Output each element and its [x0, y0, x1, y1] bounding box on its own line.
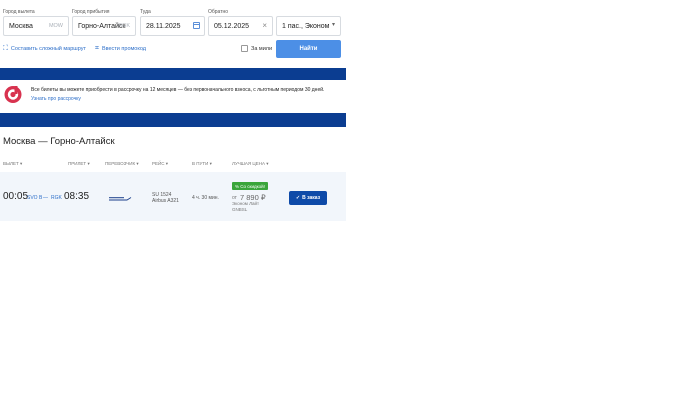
depart-date-value: 28.11.2025: [146, 22, 181, 30]
promo-label: Ввести промокод: [101, 46, 146, 52]
to-city-input[interactable]: Горно-Алтайск RGK: [72, 16, 136, 36]
add-to-order-label: В заказ: [302, 195, 321, 201]
depart-time: 00:05: [3, 191, 29, 202]
column-header-arrive[interactable]: ПРИЛЕТ ▾: [68, 161, 90, 167]
from-city-input[interactable]: Москва MOW: [3, 16, 69, 36]
flight-duration: 4 ч. 30 мин.: [192, 195, 219, 201]
aeroflot-logo-icon: [109, 197, 132, 201]
from-label: Город вылета: [3, 9, 35, 15]
column-header-flight[interactable]: РЕЙС ▾: [152, 161, 168, 167]
arrive-time: 08:35: [64, 191, 90, 202]
find-button[interactable]: Найти: [276, 40, 341, 58]
installment-logo-icon: [4, 86, 22, 103]
fare-name: Эконом Лайт: [232, 201, 260, 206]
column-header-duration[interactable]: В ПУТИ ▾: [192, 161, 212, 167]
to-city-code: RGK: [118, 23, 130, 29]
complex-route-link[interactable]: ⛶ Составить сложный маршрут: [3, 45, 86, 53]
banner-top-stripe: [0, 68, 346, 80]
column-header-price[interactable]: ЛУЧШАЯ ЦЕНА ▾: [232, 161, 269, 167]
discount-badge: % Со скидкой!: [232, 182, 268, 190]
check-icon: ✓: [295, 195, 301, 201]
miles-label: За мили: [251, 46, 273, 52]
promo-link[interactable]: ⌗ Ввести промокод: [95, 45, 146, 53]
miles-checkbox[interactable]: [241, 45, 248, 52]
to-label: Город прибытия: [72, 9, 110, 15]
fare-code: GNBSL: [232, 207, 248, 212]
return-date-input[interactable]: 05.12.2025 ×: [208, 16, 273, 36]
passengers-select[interactable]: 1 пас., Эконом ▾: [276, 16, 341, 36]
return-date-value: 05.12.2025: [214, 22, 250, 30]
route-dash: —: [43, 195, 48, 201]
installment-text: Все билеты вы можете приобрести в рассро…: [31, 87, 325, 93]
banner-bottom-stripe: [0, 113, 346, 127]
clear-icon[interactable]: ×: [262, 21, 267, 30]
arrive-airport[interactable]: RGK: [51, 195, 62, 201]
return-label: Обратно: [208, 9, 229, 15]
chevron-down-icon: ▾: [331, 22, 335, 28]
add-to-order-button[interactable]: ✓ В заказ: [289, 191, 327, 205]
complex-route-label: Составить сложный маршрут: [10, 46, 86, 52]
installment-link[interactable]: Узнать про рассрочку: [31, 96, 81, 102]
depart-airport[interactable]: SVO B: [27, 195, 42, 201]
route-title: Москва — Горно-Алтайск: [3, 136, 115, 147]
calendar-icon[interactable]: [193, 22, 200, 29]
column-header-carrier[interactable]: ПЕРЕВОЗЧИК ▾: [105, 161, 139, 167]
from-city-code: MOW: [48, 23, 63, 29]
depart-label: Туда: [140, 9, 151, 15]
aircraft-type: Airbus A321: [152, 198, 179, 204]
passengers-value: 1 пас., Эконом: [282, 22, 330, 30]
column-header-depart[interactable]: ВЫЛЕТ ▾: [3, 161, 22, 167]
from-city-value: Москва: [9, 22, 33, 30]
route-icon: ⛶: [3, 45, 8, 52]
depart-date-input[interactable]: 28.11.2025: [140, 16, 205, 36]
tag-icon: ⌗: [95, 45, 99, 52]
